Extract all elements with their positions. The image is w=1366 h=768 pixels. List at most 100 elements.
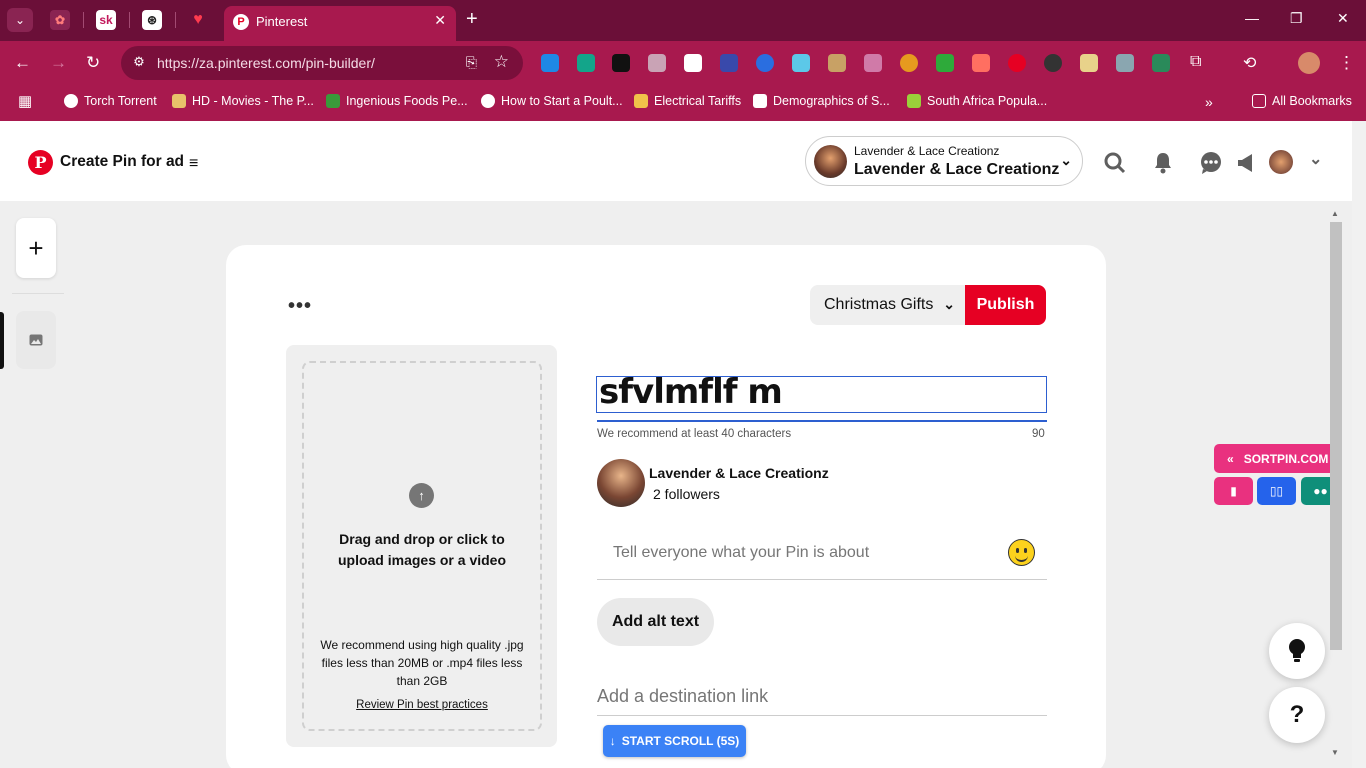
back-icon[interactable]: ← <box>14 53 31 73</box>
bookmark-item[interactable]: South Africa Popula... <box>907 94 1047 108</box>
bookmark-item[interactable]: Electrical Tariffs <box>634 94 741 108</box>
description-input[interactable]: Tell everyone what your Pin is about <box>597 534 1047 580</box>
tab-separator <box>129 12 130 28</box>
apps-grid-icon[interactable]: ▦ <box>18 92 32 110</box>
destination-link-input[interactable]: Add a destination link <box>597 683 1047 716</box>
extension-10-icon[interactable] <box>864 54 882 72</box>
sortpin-columns-icon[interactable]: ▯▯ <box>1257 477 1296 505</box>
upload-recommendation: We recommend using high quality .jpg fil… <box>320 638 524 688</box>
help-button[interactable]: ? <box>1269 687 1325 743</box>
user-avatar[interactable] <box>1269 150 1293 174</box>
account-switcher[interactable]: Lavender & Lace Creationz Lavender & Lac… <box>805 136 1083 186</box>
add-alt-text-button[interactable]: Add alt text <box>597 598 714 646</box>
extension-8-icon[interactable] <box>792 54 810 72</box>
bookmark-item[interactable]: HD - Movies - The P... <box>172 94 314 108</box>
board-selector[interactable]: Christmas Gifts ⌄ <box>810 285 965 325</box>
active-tab[interactable]: P Pinterest ✕ <box>224 6 456 41</box>
address-bar[interactable]: ⚙ https://za.pinterest.com/pin-builder/ … <box>121 46 523 80</box>
extension-3-icon[interactable] <box>612 54 630 72</box>
pin-title-input[interactable]: sfvlmflf m <box>596 372 1047 413</box>
forward-icon[interactable]: → <box>50 53 67 73</box>
megaphone-icon[interactable] <box>1235 151 1259 175</box>
all-bookmarks[interactable]: All Bookmarks <box>1252 94 1352 108</box>
restore-icon[interactable]: ❐ <box>1290 10 1303 27</box>
double-chevron-left-icon: « <box>1227 451 1234 466</box>
pinned-tab-1-icon[interactable]: ✿ <box>50 10 70 30</box>
start-scroll-button[interactable]: ↓ START SCROLL (5S) <box>603 725 746 757</box>
upload-instructions: Drag and drop or click to upload images … <box>337 531 507 568</box>
user-avatar-large <box>597 459 645 507</box>
messages-icon[interactable] <box>1199 151 1223 175</box>
install-app-icon[interactable]: ⎘ <box>466 54 477 71</box>
emoji-picker-icon[interactable] <box>1008 539 1035 566</box>
sortpin-bookmark-icon[interactable]: ▮ <box>1214 477 1253 505</box>
extension-18-icon[interactable] <box>1152 54 1170 72</box>
extension-13-icon[interactable] <box>972 54 990 72</box>
extension-2-icon[interactable] <box>577 54 595 72</box>
sortpin-label: SORTPIN.COM <box>1243 451 1329 466</box>
page-scrollbar-track[interactable] <box>1352 121 1366 768</box>
pinterest-favicon-icon: P <box>233 14 249 30</box>
ideas-lightbulb-icon[interactable] <box>1269 623 1325 679</box>
pinterest-logo-icon[interactable]: P <box>28 150 53 175</box>
url-text[interactable]: https://za.pinterest.com/pin-builder/ <box>157 55 375 71</box>
chevron-down-icon: ⌄ <box>943 296 955 312</box>
history-icon[interactable]: ⟲ <box>1243 53 1256 73</box>
scroll-up-arrow-icon[interactable]: ▲ <box>1331 209 1339 218</box>
reload-icon[interactable]: ↻ <box>86 53 100 73</box>
extension-12-icon[interactable] <box>936 54 954 72</box>
create-new-pin-button[interactable]: + <box>16 218 56 278</box>
publish-button[interactable]: Publish <box>965 285 1046 325</box>
tab-separator <box>83 12 84 28</box>
extension-9-icon[interactable] <box>828 54 846 72</box>
extension-14-icon[interactable] <box>1008 54 1026 72</box>
bookmarks-bar: ▦ Torch Torrent HD - Movies - The P... I… <box>0 85 1366 121</box>
minimize-icon[interactable]: — <box>1245 10 1259 26</box>
image-icon <box>29 334 43 346</box>
hamburger-menu-icon[interactable]: ≡ <box>189 155 198 173</box>
new-tab-icon[interactable]: + <box>466 8 478 31</box>
tab-close-icon[interactable]: ✕ <box>434 12 446 29</box>
extension-17-icon[interactable] <box>1116 54 1134 72</box>
extension-11-icon[interactable] <box>900 54 918 72</box>
chevron-down-icon: ⌄ <box>1060 152 1072 168</box>
profile-avatar[interactable] <box>1298 52 1320 74</box>
scroll-down-arrow-icon[interactable]: ▼ <box>1331 748 1339 757</box>
bookmark-star-icon[interactable]: ☆ <box>494 52 509 72</box>
pinned-tab-sk-icon[interactable]: sk <box>96 10 116 30</box>
bookmark-item[interactable]: Torch Torrent <box>64 94 157 108</box>
more-bookmarks-icon[interactable]: » <box>1205 94 1213 110</box>
extension-7-icon[interactable] <box>756 54 774 72</box>
extension-15-icon[interactable] <box>1044 54 1062 72</box>
scrollbar-thumb[interactable] <box>1330 222 1342 650</box>
bookmark-item[interactable]: How to Start a Poult... <box>481 94 623 108</box>
pinned-tab-chatgpt-icon[interactable]: ⊛ <box>142 10 162 30</box>
best-practices-link[interactable]: Review Pin best practices <box>314 699 530 711</box>
browser-menu-icon[interactable]: ⋮ <box>1338 53 1355 73</box>
extension-1-icon[interactable] <box>541 54 559 72</box>
account-name-small: Lavender & Lace Creationz <box>854 144 1000 158</box>
destination-placeholder: Add a destination link <box>597 686 769 706</box>
pin-title-value: sfvlmflf m <box>599 372 783 412</box>
extensions-puzzle-icon[interactable]: ⧉ <box>1190 53 1201 71</box>
upload-area[interactable]: ↑ Drag and drop or click to upload image… <box>286 345 557 747</box>
tab-search-dropdown-icon[interactable]: ⌄ <box>7 8 33 32</box>
notifications-bell-icon[interactable] <box>1151 151 1175 175</box>
bookmark-item[interactable]: Demographics of S... <box>753 94 890 108</box>
extension-5-icon[interactable] <box>684 54 702 72</box>
window-close-icon[interactable]: ✕ <box>1337 10 1349 27</box>
more-options-icon[interactable]: ••• <box>288 295 312 318</box>
bookmark-item[interactable]: Ingenious Foods Pe... <box>326 94 468 108</box>
site-info-icon[interactable]: ⚙ <box>130 54 148 72</box>
extension-6-icon[interactable] <box>720 54 738 72</box>
account-chevron-down-icon[interactable]: ⌄ <box>1309 149 1333 173</box>
extension-4-icon[interactable] <box>648 54 666 72</box>
follower-count: 2 followers <box>653 486 720 502</box>
pinned-tab-heart-icon[interactable]: ♥ <box>188 10 208 30</box>
lightbulb-icon <box>1289 639 1305 662</box>
extension-16-icon[interactable] <box>1080 54 1098 72</box>
draft-pin-thumbnail[interactable] <box>16 311 56 369</box>
arrow-down-icon: ↓ <box>609 734 616 748</box>
search-icon[interactable] <box>1103 151 1127 175</box>
sortpin-toggle-button[interactable]: « SORTPIN.COM <box>1214 444 1341 473</box>
